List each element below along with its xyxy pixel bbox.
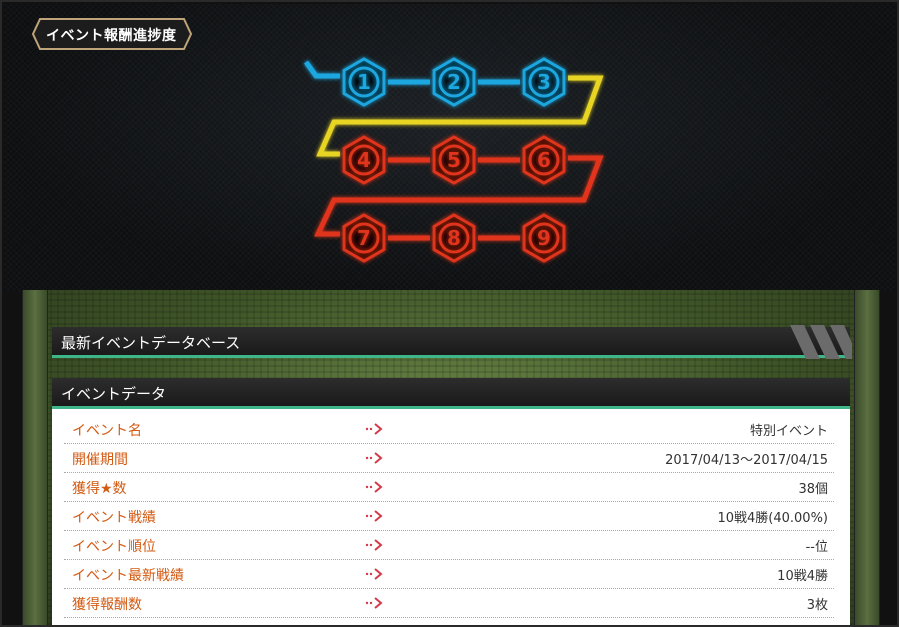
step-number: 8 bbox=[447, 226, 461, 250]
step-number: 7 bbox=[357, 226, 371, 250]
right-frame-rail bbox=[854, 290, 880, 625]
progress-step-8: 8 bbox=[432, 213, 476, 263]
row-label: 獲得★数 bbox=[72, 481, 127, 497]
table-row: イベント戦績 10戦4勝(40.00%) bbox=[64, 503, 834, 531]
progress-track: 1 2 3 4 5 6 7 8 9 bbox=[303, 57, 604, 263]
row-value: 2017/04/13～2017/04/15 bbox=[665, 453, 828, 468]
row-value: 特別イベント bbox=[749, 424, 828, 439]
step-number: 6 bbox=[537, 148, 551, 172]
row-value: --位 bbox=[805, 540, 828, 555]
row-value: 10戦4勝 bbox=[777, 569, 828, 584]
step-number: 9 bbox=[537, 226, 551, 250]
arrow-right-icon bbox=[365, 539, 383, 551]
table-row: 獲得報酬数 3枚 bbox=[64, 590, 834, 618]
header-stripes-decoration bbox=[790, 325, 852, 359]
progress-step-7: 7 bbox=[342, 213, 386, 263]
table-row: イベント最新戦績 10戦4勝 bbox=[64, 561, 834, 589]
table-row: 開催期間 2017/04/13～2017/04/15 bbox=[64, 445, 834, 473]
step-number: 2 bbox=[447, 70, 461, 94]
row-label: イベント名 bbox=[72, 423, 142, 439]
progress-step-9: 9 bbox=[522, 213, 566, 263]
event-data-rows: イベント名 特別イベント 開催期間 2017/04/13～2017/04/15 … bbox=[64, 416, 834, 619]
progress-step-5: 5 bbox=[432, 135, 476, 185]
step-number: 3 bbox=[537, 70, 551, 94]
table-row: イベント順位 --位 bbox=[64, 532, 834, 560]
row-value: 10戦4勝(40.00%) bbox=[717, 511, 828, 526]
row-label: イベント戦績 bbox=[72, 510, 156, 526]
step-number: 5 bbox=[447, 148, 461, 172]
row-value: 3枚 bbox=[806, 598, 828, 613]
row-value: 38個 bbox=[798, 482, 828, 497]
arrow-right-icon bbox=[365, 568, 383, 580]
event-data-box: イベントデータ イベント名 特別イベント 開催期間 2017/04/13～201… bbox=[52, 378, 850, 625]
database-header-title: 最新イベントデータベース bbox=[61, 334, 241, 352]
event-page: イベント報酬進捗度 123456789 最新イベントデータベース イベントデータ… bbox=[0, 0, 899, 627]
event-data-title: イベントデータ bbox=[61, 385, 167, 403]
event-database-panel: 最新イベントデータベース イベントデータ イベント名 特別イベント 開催期間 2… bbox=[22, 290, 880, 625]
progress-step-1: 1 bbox=[342, 57, 386, 107]
arrow-right-icon bbox=[365, 452, 383, 464]
row-label: 獲得報酬数 bbox=[72, 597, 142, 613]
row-label: イベント順位 bbox=[72, 539, 156, 555]
row-label: 開催期間 bbox=[72, 452, 128, 468]
step-number: 1 bbox=[357, 70, 371, 94]
track-lead-in bbox=[303, 60, 340, 79]
arrow-right-icon bbox=[365, 481, 383, 493]
event-data-header: イベントデータ bbox=[52, 378, 850, 409]
progress-step-2: 2 bbox=[432, 57, 476, 107]
arrow-right-icon bbox=[365, 597, 383, 609]
arrow-right-icon bbox=[365, 510, 383, 522]
table-row: イベント名 特別イベント bbox=[64, 416, 834, 444]
arrow-right-icon bbox=[365, 423, 383, 435]
row-label: イベント最新戦績 bbox=[72, 568, 184, 584]
left-frame-rail bbox=[22, 290, 48, 625]
progress-step-3: 3 bbox=[522, 57, 566, 107]
step-number: 4 bbox=[357, 148, 371, 172]
progress-step-6: 6 bbox=[522, 135, 566, 185]
table-row: 獲得★数 38個 bbox=[64, 474, 834, 502]
progress-step-4: 4 bbox=[342, 135, 386, 185]
event-reward-progress-panel: イベント報酬進捗度 123456789 bbox=[4, 4, 895, 292]
database-header: 最新イベントデータベース bbox=[52, 325, 852, 359]
